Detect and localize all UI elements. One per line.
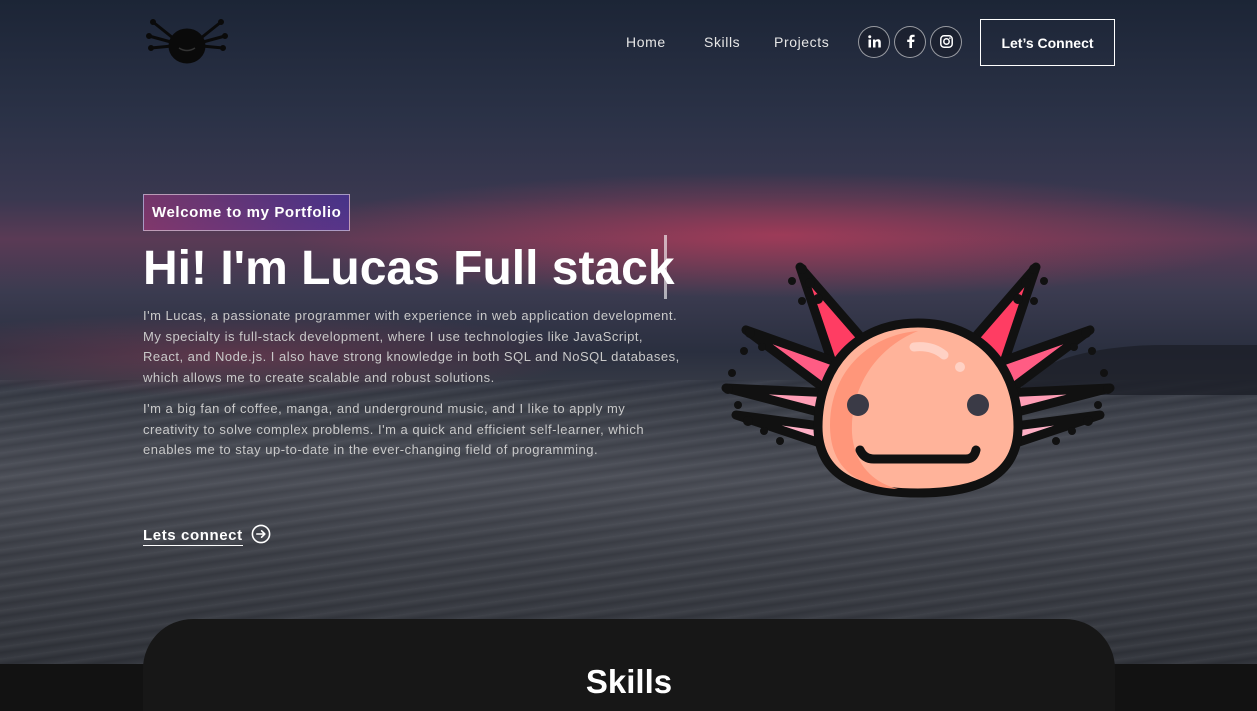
lets-connect-button[interactable]: Let’s Connect — [980, 19, 1115, 66]
typing-cursor — [664, 235, 667, 299]
intro-paragraph: I'm Lucas, a passionate programmer with … — [143, 308, 680, 385]
lets-connect-link[interactable]: Lets connect — [143, 524, 271, 548]
linkedin-icon — [867, 33, 881, 52]
nav-link-home[interactable]: Home — [626, 34, 666, 50]
welcome-tagline: Welcome to my Portfolio — [143, 194, 351, 231]
facebook-icon — [906, 33, 915, 52]
logo[interactable] — [145, 16, 229, 66]
axolotl-illustration — [718, 255, 1118, 500]
page-title: Hi! I'm Lucas Full stack — [143, 242, 675, 295]
facebook-button[interactable] — [894, 26, 926, 58]
lets-connect-label: Lets connect — [143, 526, 243, 546]
instagram-button[interactable] — [930, 26, 962, 58]
instagram-icon — [939, 33, 953, 52]
hobbies-paragraph: I'm a big fan of coffee, manga, and unde… — [143, 401, 645, 457]
skills-title: Skills — [585, 663, 673, 700]
navbar: Home Skills Projects Let’s Connect — [0, 0, 1257, 84]
nav-link-projects[interactable]: Projects — [774, 34, 829, 50]
nav-link-skills[interactable]: Skills — [704, 34, 740, 50]
linkedin-button[interactable] — [858, 26, 890, 58]
skills-section: Skills — [143, 619, 1115, 711]
arrow-right-circle-icon — [251, 524, 271, 548]
